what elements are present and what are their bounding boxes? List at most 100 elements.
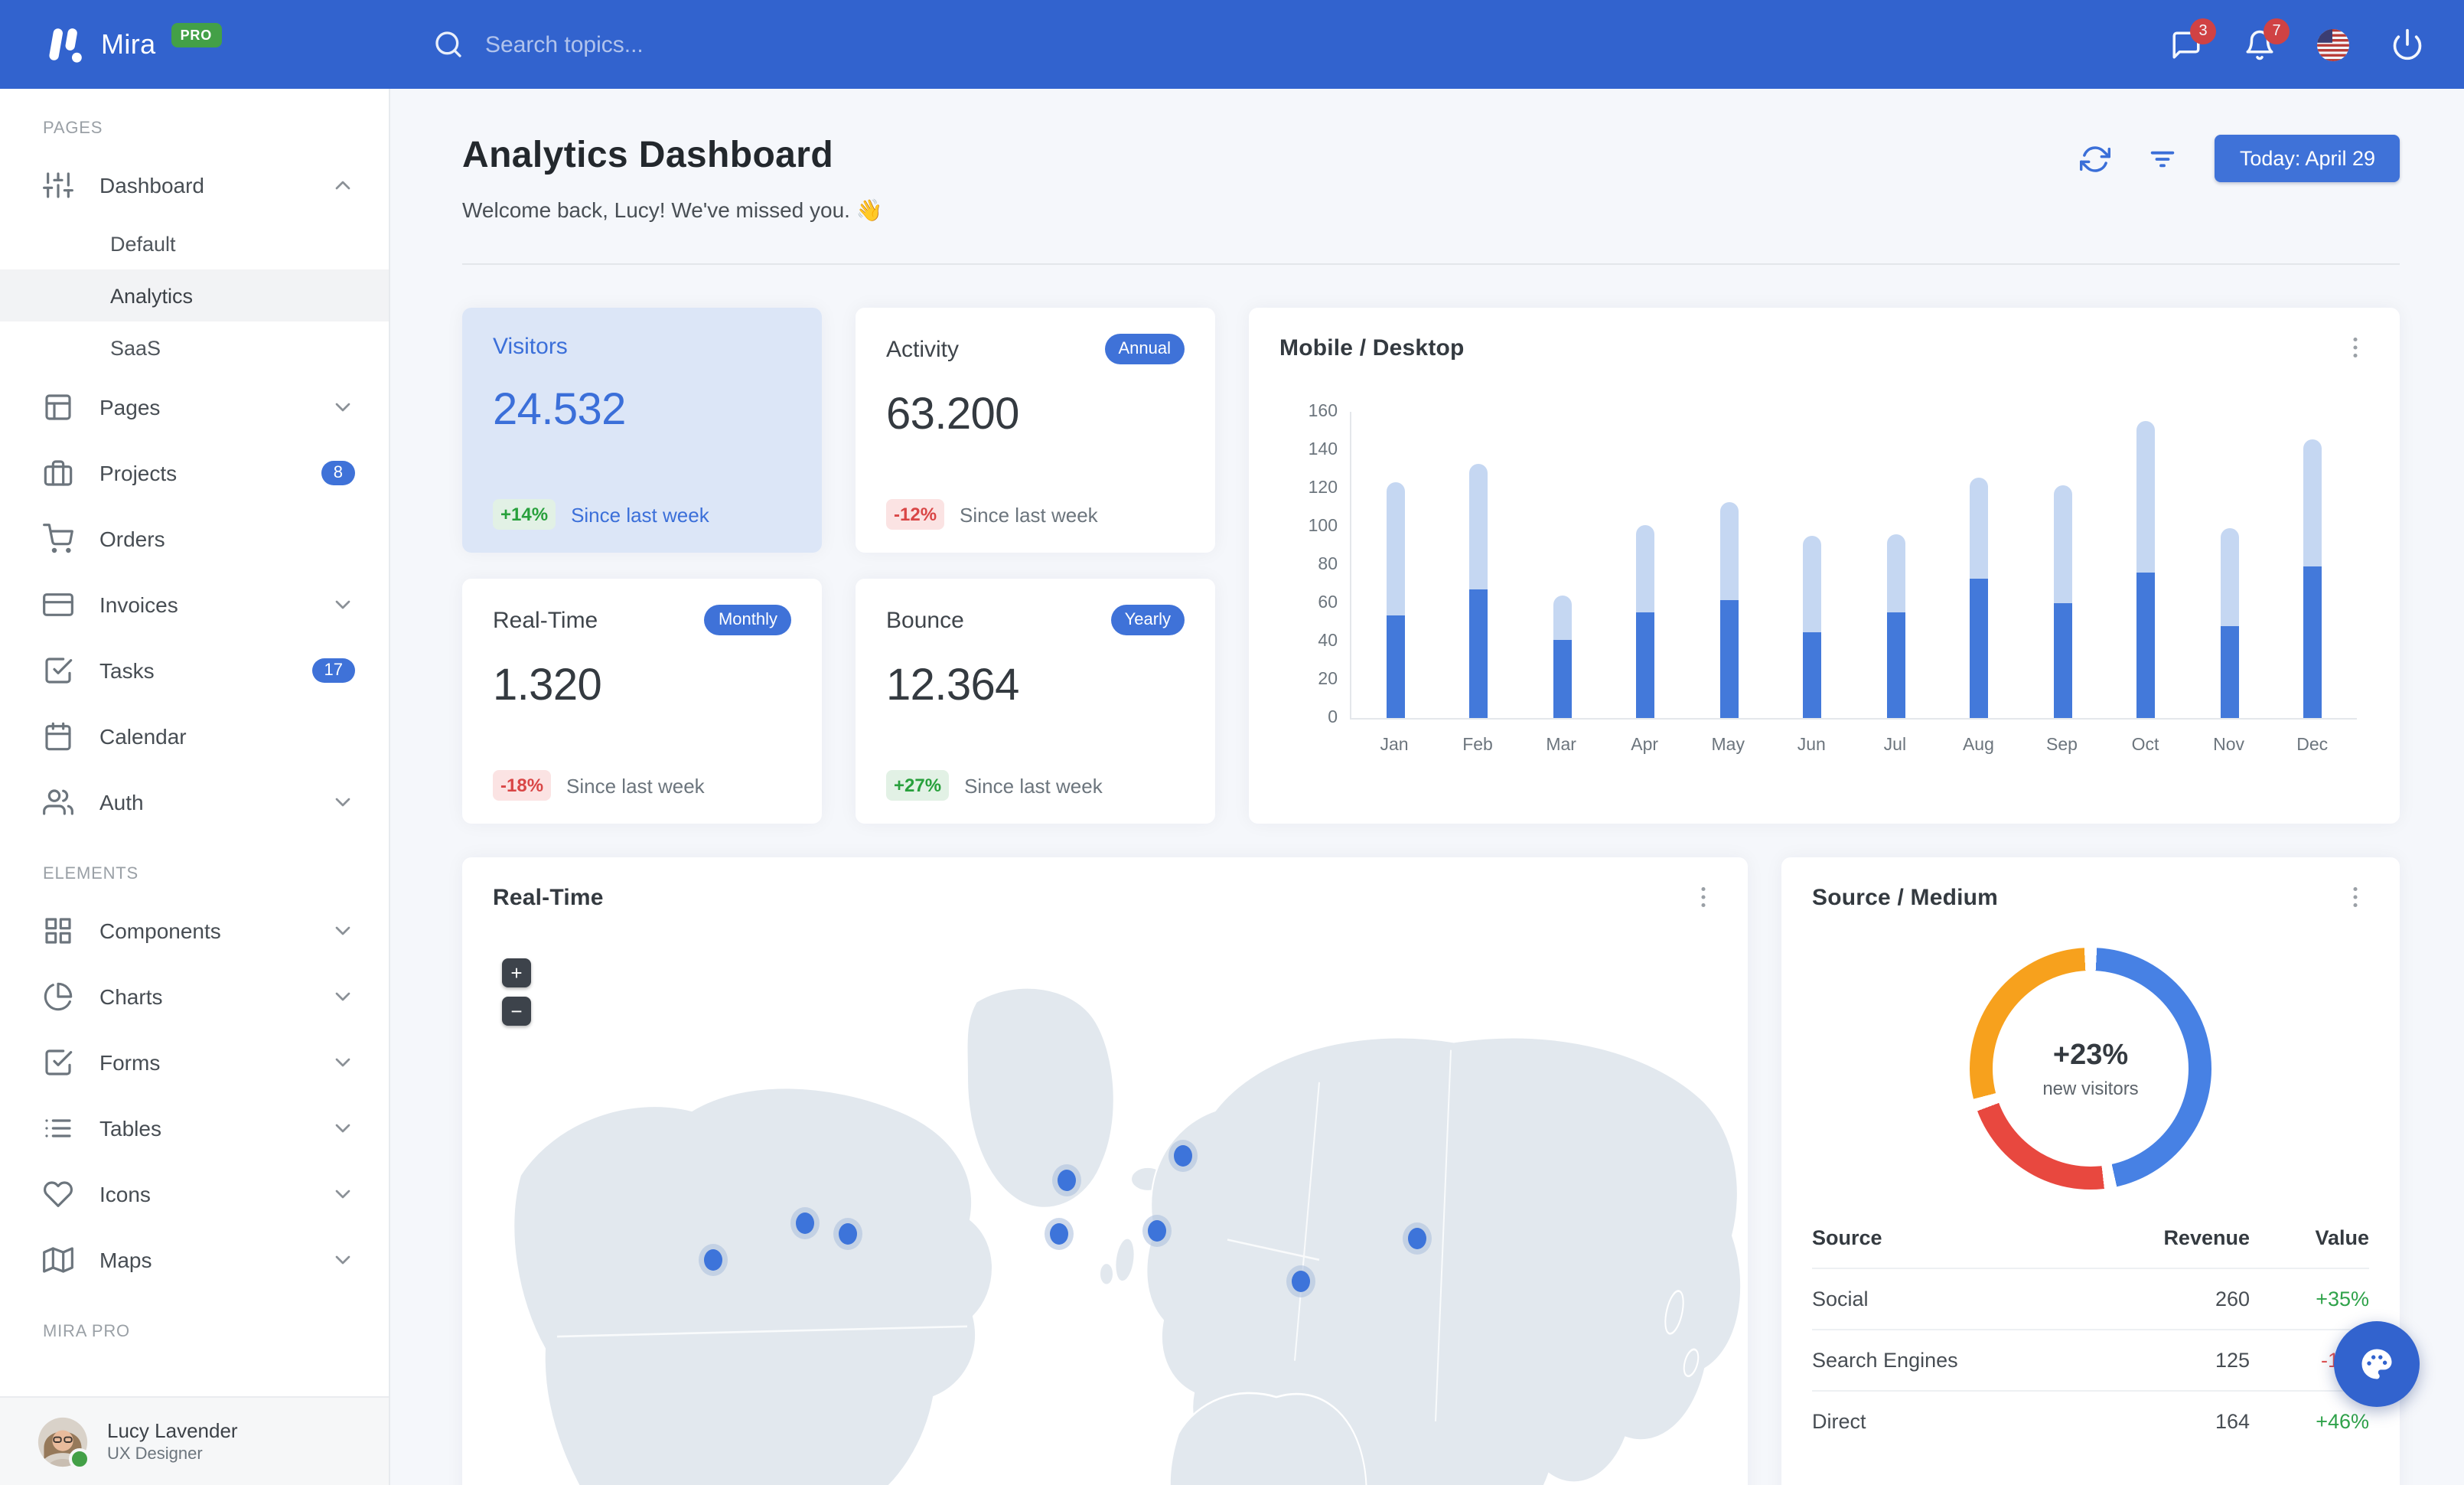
chevron-down-icon xyxy=(331,1181,355,1206)
check-square-icon xyxy=(43,654,73,685)
filter-button[interactable] xyxy=(2148,143,2179,174)
bar-dec[interactable] xyxy=(2293,439,2332,718)
heart-icon xyxy=(43,1178,73,1209)
refresh-button[interactable] xyxy=(2080,143,2111,174)
sidebar-item-invoices[interactable]: Invoices xyxy=(0,571,389,637)
map-zoom-out-button[interactable]: − xyxy=(502,997,531,1026)
donut-center-label: new visitors xyxy=(2042,1077,2139,1098)
x-tick: Jan xyxy=(1380,736,1409,755)
sidebar-subitem-saas[interactable]: SaaS xyxy=(0,321,389,374)
donut-chart: +23% new visitors xyxy=(1970,948,2211,1190)
bar-segment-desktop xyxy=(1719,501,1739,599)
map-marker xyxy=(1174,1144,1193,1167)
sidebar-item-label: Auth xyxy=(99,789,144,814)
col-header-source: Source xyxy=(1812,1226,1882,1249)
theme-settings-fab[interactable] xyxy=(2334,1321,2420,1407)
today-button[interactable]: Today: April 29 xyxy=(2215,135,2400,182)
stat-card-activity: Activity Annual 63.200 -12% Since last week xyxy=(856,308,1215,553)
x-tick: Mar xyxy=(1546,736,1576,755)
sidebar-item-charts[interactable]: Charts xyxy=(0,963,389,1029)
sidebar-item-tasks[interactable]: Tasks 17 xyxy=(0,637,389,703)
bar-mar[interactable] xyxy=(1543,596,1582,718)
stat-note: Since last week xyxy=(964,774,1103,797)
sidebar-item-auth[interactable]: Auth xyxy=(0,769,389,834)
stat-card-real-time: Real-Time Monthly 1.320 -18% Since last week xyxy=(462,579,822,824)
bar-segment-desktop xyxy=(1970,477,1989,579)
bar-apr[interactable] xyxy=(1626,524,1666,718)
header-actions: 3 7 xyxy=(2170,18,2464,61)
stat-title: Visitors xyxy=(493,334,568,360)
bar-segment-mobile xyxy=(2136,573,2156,718)
bar-may[interactable] xyxy=(1709,501,1749,718)
credit-card-icon xyxy=(43,589,73,619)
sidebar-item-forms[interactable]: Forms xyxy=(0,1029,389,1095)
bar-nov[interactable] xyxy=(2209,528,2249,718)
bar-segment-mobile xyxy=(1387,615,1405,718)
stat-period-badge[interactable]: Annual xyxy=(1104,334,1185,364)
stat-delta-chip: +14% xyxy=(493,499,556,530)
search-bar[interactable] xyxy=(433,29,886,60)
map-zoom-in-button[interactable]: + xyxy=(502,958,531,987)
realtime-map-card: Real-Time + − xyxy=(462,857,1748,1485)
world-map[interactable]: + − xyxy=(462,937,1748,1485)
bar-segment-mobile xyxy=(1886,612,1905,718)
notifications-button[interactable]: 7 xyxy=(2244,18,2290,60)
sidebar-item-components[interactable]: Components xyxy=(0,897,389,963)
world-map-graphic xyxy=(513,986,1742,1485)
sidebar-item-calendar[interactable]: Calendar xyxy=(0,703,389,769)
bar-jun[interactable] xyxy=(1793,536,1833,718)
sidebar-subitem-default[interactable]: Default xyxy=(0,217,389,269)
bar-segment-mobile xyxy=(1553,639,1572,718)
language-button[interactable] xyxy=(2317,28,2349,60)
kebab-icon xyxy=(1701,886,1706,908)
sidebar-item-projects[interactable]: Projects 8 xyxy=(0,439,389,505)
bar-feb[interactable] xyxy=(1459,463,1499,718)
chevron-down-icon xyxy=(331,394,355,419)
source-menu-button[interactable] xyxy=(2342,883,2369,911)
messages-button[interactable]: 3 xyxy=(2170,18,2216,60)
chart-menu-button[interactable] xyxy=(2342,334,2369,361)
y-tick: 160 xyxy=(1308,403,1338,421)
map-marker xyxy=(1049,1223,1068,1245)
sidebar-item-pages[interactable]: Pages xyxy=(0,374,389,439)
brand[interactable]: Mira PRO xyxy=(0,21,390,67)
sidebar-item-maps[interactable]: Maps xyxy=(0,1226,389,1292)
pie-chart-icon xyxy=(43,981,73,1011)
map-menu-button[interactable] xyxy=(1690,883,1717,911)
bar-jul[interactable] xyxy=(1876,534,1915,718)
stat-period-badge[interactable]: Yearly xyxy=(1110,605,1185,635)
page-subtitle: Welcome back, Lucy! We've missed you. 👋 xyxy=(462,197,883,222)
source-revenue: 260 xyxy=(2215,1288,2250,1310)
chevron-down-icon xyxy=(331,984,355,1008)
y-tick: 20 xyxy=(1318,671,1338,689)
source-row-direct: Direct 164 +46% xyxy=(1812,1390,2369,1451)
sidebar-item-orders[interactable]: Orders xyxy=(0,505,389,571)
bar-segment-desktop xyxy=(1886,534,1905,613)
search-input[interactable] xyxy=(482,30,886,59)
stat-period-badge[interactable]: Monthly xyxy=(704,605,791,635)
sidebar-item-label: Invoices xyxy=(99,592,178,616)
sidebar-item-icons[interactable]: Icons xyxy=(0,1160,389,1226)
pro-badge: PRO xyxy=(171,23,222,47)
bar-segment-desktop xyxy=(1636,524,1655,613)
app-header: Mira PRO 3 7 xyxy=(0,0,2464,89)
map-marker xyxy=(839,1223,857,1245)
sidebar-subitem-analytics[interactable]: Analytics xyxy=(0,269,389,321)
x-tick: Sep xyxy=(2046,736,2078,755)
map-marker xyxy=(1291,1270,1310,1292)
map-zoom-controls: + − xyxy=(502,958,531,1026)
sidebar-item-tables[interactable]: Tables xyxy=(0,1095,389,1160)
sidebar-user[interactable]: Lucy Lavender UX Designer xyxy=(0,1396,389,1485)
stat-delta-chip: +27% xyxy=(886,770,950,801)
grid-icon xyxy=(43,915,73,945)
sidebar-section-label: PAGES xyxy=(43,119,103,138)
sidebar-item-dashboard[interactable]: Dashboard xyxy=(0,152,389,217)
bar-aug[interactable] xyxy=(1959,477,1999,718)
stat-value: 12.364 xyxy=(886,661,1019,710)
bar-oct[interactable] xyxy=(2126,421,2166,718)
logout-button[interactable] xyxy=(2391,28,2424,61)
bar-jan[interactable] xyxy=(1376,482,1416,718)
bar-sep[interactable] xyxy=(2042,485,2082,718)
bar-segment-desktop xyxy=(2053,485,2072,603)
source-title: Source / Medium xyxy=(1812,884,1999,910)
